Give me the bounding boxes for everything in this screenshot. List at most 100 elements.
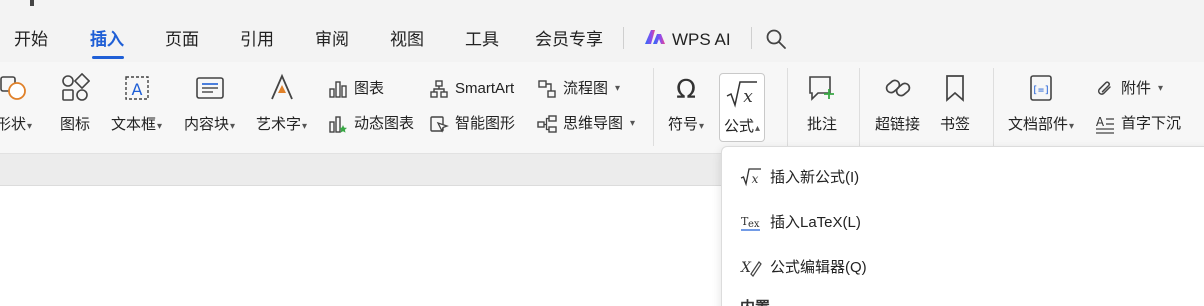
dynamic-chart-button[interactable]: 动态图表 bbox=[328, 114, 414, 134]
dynamic-chart-icon bbox=[328, 114, 348, 134]
omega-icon: Ω bbox=[671, 70, 701, 106]
svg-text:Ω: Ω bbox=[676, 75, 696, 103]
insert-new-formula-label: 插入新公式(I) bbox=[770, 169, 860, 186]
flowchart-button[interactable]: 流程图 ▾ bbox=[537, 79, 620, 99]
svg-text:[=]: [=] bbox=[1032, 85, 1050, 96]
textbox-label: 文本框 bbox=[111, 116, 157, 133]
svg-text:A: A bbox=[1096, 115, 1105, 129]
textbox-button[interactable]: A 文本框▾ bbox=[111, 70, 162, 136]
wps-ai-logo-icon bbox=[644, 28, 666, 51]
icons-button[interactable]: 图标 bbox=[60, 70, 90, 134]
smart-graphic-button[interactable]: 智能图形 bbox=[429, 114, 515, 134]
tab-tools[interactable]: 工具 bbox=[465, 30, 499, 50]
builtin-section-heading: 内置 bbox=[740, 296, 770, 306]
comment-label: 批注 bbox=[807, 116, 838, 133]
hyperlink-label: 超链接 bbox=[875, 116, 921, 133]
mindmap-label: 思维导图 bbox=[563, 115, 624, 132]
formula-icon: x bbox=[725, 76, 759, 112]
textbox-icon: A bbox=[122, 70, 152, 106]
link-icon bbox=[883, 70, 913, 106]
formula-button[interactable]: x 公式▴ bbox=[719, 73, 766, 142]
formula-icon: x bbox=[740, 167, 762, 187]
chevron-down-icon: ▾ bbox=[699, 121, 705, 132]
content-block-label: 内容块 bbox=[184, 116, 230, 133]
content-block-icon bbox=[195, 70, 225, 106]
attachment-label: 附件 bbox=[1121, 80, 1152, 97]
svg-text:ex: ex bbox=[748, 219, 760, 230]
chevron-down-icon: ▾ bbox=[1069, 121, 1075, 132]
formula-dropdown-menu: x 插入新公式(I) Tex 插入LaTeX(L) X 公式编辑器(Q) 内置 bbox=[721, 146, 1204, 306]
bookmark-label: 书签 bbox=[940, 116, 971, 133]
formula-label: 公式 bbox=[724, 118, 755, 135]
wordart-label: 艺术字 bbox=[256, 116, 302, 133]
svg-text:x: x bbox=[752, 172, 759, 186]
formula-editor-label: 公式编辑器(Q) bbox=[770, 259, 867, 276]
smartart-icon bbox=[429, 79, 449, 99]
ribbon-group-separator bbox=[993, 68, 994, 146]
comment-button[interactable]: 批注 bbox=[807, 70, 837, 134]
formula-editor-item[interactable]: X 公式编辑器(Q) bbox=[740, 256, 867, 277]
wps-ai-label: WPS AI bbox=[672, 29, 731, 49]
chart-label: 图表 bbox=[354, 80, 385, 97]
shape-label: 形状 bbox=[0, 116, 27, 133]
mindmap-icon bbox=[537, 114, 557, 134]
symbol-label: 符号 bbox=[668, 116, 699, 133]
doc-parts-icon: [=] bbox=[1026, 70, 1056, 106]
menu-separator bbox=[623, 27, 624, 49]
chevron-down-icon: ▾ bbox=[630, 118, 636, 129]
tab-page[interactable]: 页面 bbox=[165, 30, 199, 50]
wordart-button[interactable]: 艺术字▾ bbox=[256, 70, 307, 136]
tab-home[interactable]: 开始 bbox=[14, 30, 48, 50]
mindmap-button[interactable]: 思维导图 ▾ bbox=[537, 114, 635, 134]
drop-cap-button[interactable]: A 首字下沉 bbox=[1095, 114, 1181, 134]
paperclip-icon bbox=[1095, 79, 1115, 99]
hyperlink-button[interactable]: 超链接 bbox=[875, 70, 920, 134]
smart-graphic-icon bbox=[429, 114, 449, 134]
wps-ai-button[interactable]: WPS AI bbox=[644, 28, 731, 51]
smart-graphic-label: 智能图形 bbox=[455, 115, 516, 132]
chart-button[interactable]: 图表 bbox=[328, 79, 384, 99]
chevron-up-icon: ▴ bbox=[755, 123, 761, 134]
svg-text:A: A bbox=[131, 80, 142, 99]
chevron-down-icon: ▾ bbox=[1158, 83, 1164, 94]
chevron-down-icon: ▾ bbox=[615, 83, 621, 94]
drop-cap-label: 首字下沉 bbox=[1121, 115, 1182, 132]
tab-references[interactable]: 引用 bbox=[240, 30, 274, 50]
chevron-down-icon: ▾ bbox=[27, 121, 33, 132]
shape-icon bbox=[0, 70, 29, 106]
bookmark-button[interactable]: 书签 bbox=[940, 70, 970, 134]
chart-icon bbox=[328, 79, 348, 99]
window-control-fragment bbox=[30, 0, 34, 6]
tab-review[interactable]: 审阅 bbox=[315, 30, 349, 50]
tex-icon: Tex bbox=[740, 212, 762, 232]
smartart-button[interactable]: SmartArt bbox=[429, 79, 514, 99]
dynamic-chart-label: 动态图表 bbox=[354, 115, 415, 132]
tab-insert[interactable]: 插入 bbox=[90, 30, 124, 50]
attachment-button[interactable]: 附件 ▾ bbox=[1095, 79, 1163, 99]
ribbon-group-separator bbox=[653, 68, 654, 146]
svg-text:X: X bbox=[740, 260, 752, 276]
tab-view[interactable]: 视图 bbox=[390, 30, 424, 50]
icons-icon bbox=[60, 70, 90, 106]
svg-text:x: x bbox=[743, 87, 753, 107]
drop-cap-icon: A bbox=[1095, 114, 1115, 134]
insert-latex-label: 插入LaTeX(L) bbox=[770, 214, 861, 231]
symbol-button[interactable]: Ω 符号▾ bbox=[668, 70, 704, 136]
smartart-label: SmartArt bbox=[455, 80, 515, 97]
menu-bar: 开始 插入 页面 引用 审阅 视图 工具 会员专享 WPS AI bbox=[0, 0, 1204, 62]
content-block-button[interactable]: 内容块▾ bbox=[184, 70, 235, 136]
search-icon[interactable] bbox=[765, 28, 787, 55]
chevron-down-icon: ▾ bbox=[230, 121, 236, 132]
comment-icon bbox=[807, 70, 837, 106]
wordart-icon bbox=[267, 70, 297, 106]
chevron-down-icon: ▾ bbox=[302, 121, 308, 132]
flowchart-icon bbox=[537, 79, 557, 99]
insert-new-formula-item[interactable]: x 插入新公式(I) bbox=[740, 166, 859, 187]
tab-member[interactable]: 会员专享 bbox=[535, 30, 603, 50]
doc-parts-button[interactable]: [=] 文档部件▾ bbox=[1008, 70, 1074, 136]
formula-editor-icon: X bbox=[740, 257, 762, 277]
icons-label: 图标 bbox=[60, 116, 91, 133]
shape-button[interactable]: 形状▾ bbox=[0, 70, 32, 136]
active-tab-indicator bbox=[92, 56, 124, 59]
insert-latex-item[interactable]: Tex 插入LaTeX(L) bbox=[740, 211, 861, 232]
